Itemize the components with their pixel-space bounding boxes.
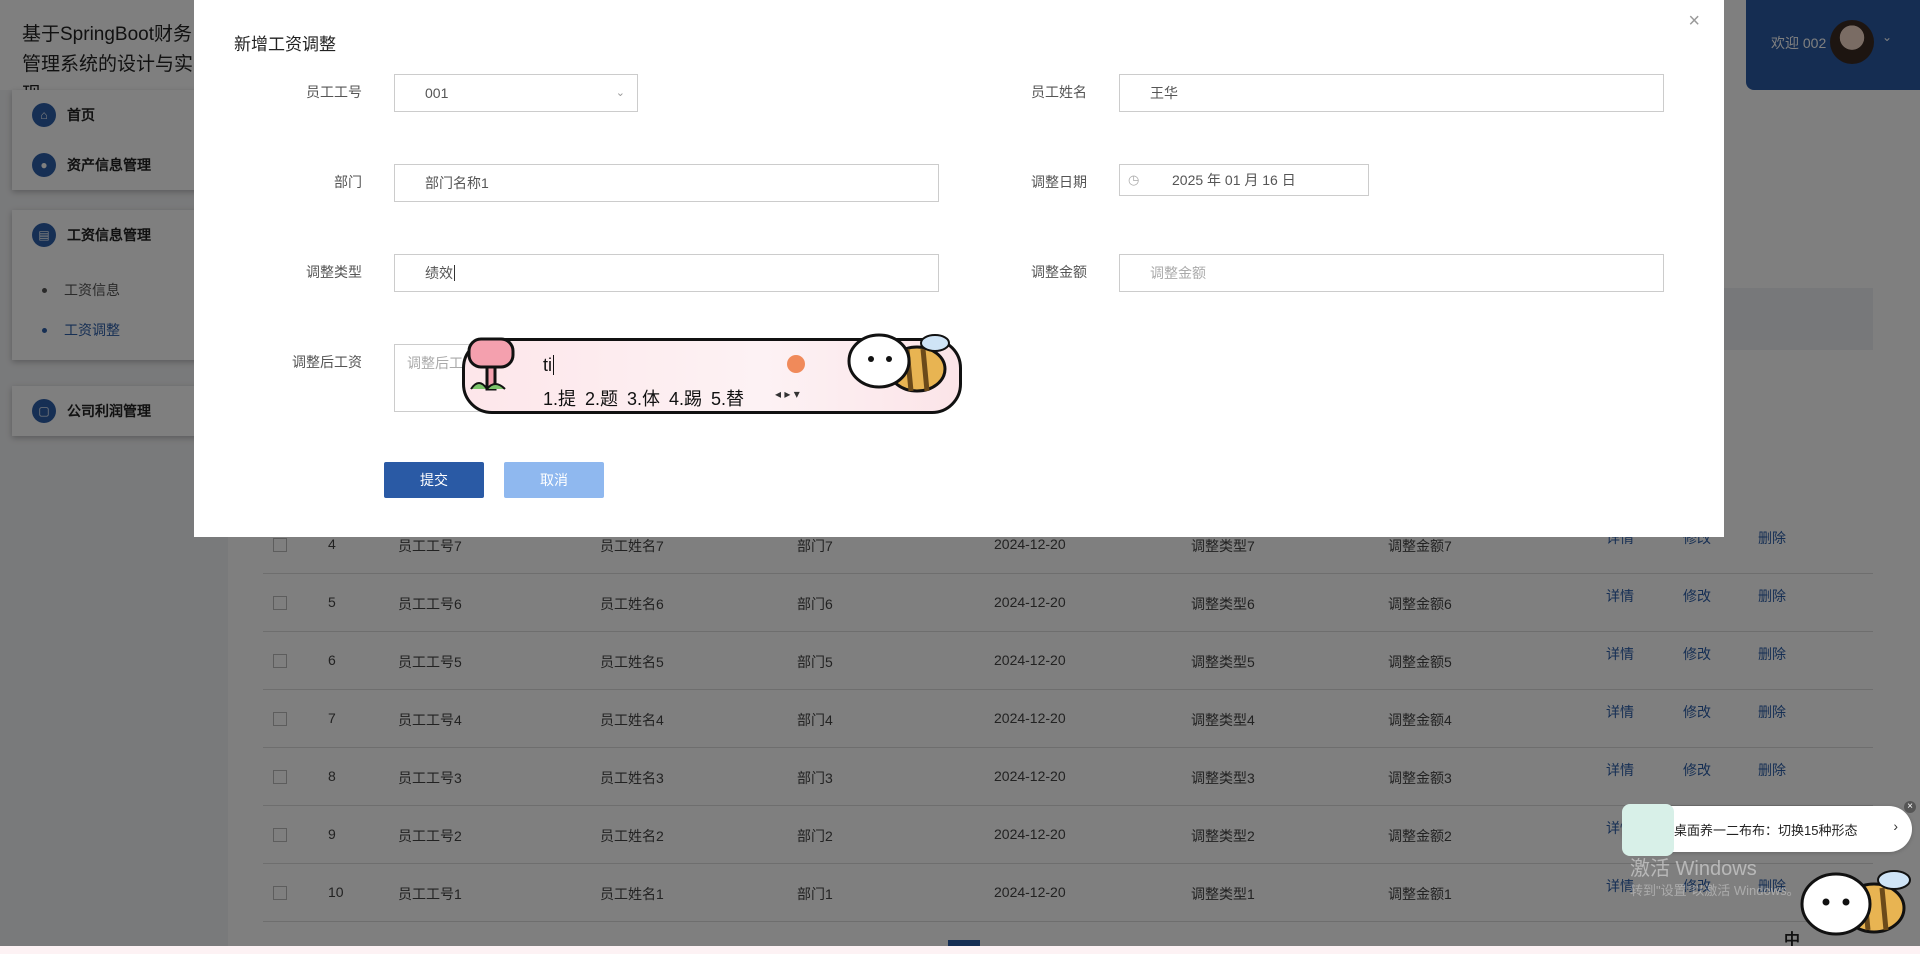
- mailbox-icon: [467, 337, 515, 391]
- desktop-pet-toast[interactable]: 桌面养一二布布：切换15种形态 ›: [1622, 804, 1912, 856]
- pet-thumbnail: [1622, 804, 1674, 856]
- windows-activation-title: 激活 Windows: [1630, 858, 1757, 880]
- dept-label: 部门: [334, 174, 362, 190]
- emp-name-label: 员工姓名: [1031, 84, 1087, 100]
- puppy-mascot-icon: [847, 333, 950, 393]
- ime-page-arrows[interactable]: ◂ ▸ ▾: [775, 387, 800, 401]
- adjust-type-value: 绩效: [425, 265, 453, 281]
- app-window: 基于SpringBoot财务管理系统的设计与实现 欢迎 002 ⌄ ⌂ 首页 ●…: [0, 0, 1920, 946]
- dept-input[interactable]: 部门名称1: [394, 164, 939, 202]
- close-icon[interactable]: ×: [1904, 801, 1916, 813]
- submit-button[interactable]: 提交: [384, 462, 484, 498]
- desktop-pet-icon[interactable]: [1790, 852, 1914, 946]
- cancel-button[interactable]: 取消: [504, 462, 604, 498]
- dialog-title: 新增工资调整: [234, 35, 336, 54]
- adjust-amount-input[interactable]: 调整金额: [1119, 254, 1664, 292]
- chevron-right-icon[interactable]: ›: [1893, 818, 1898, 834]
- close-icon[interactable]: ×: [1688, 10, 1700, 33]
- fox-icon[interactable]: [787, 355, 805, 373]
- ime-candidates[interactable]: 1.提 2.题 3.体 4.踢 5.替: [543, 385, 744, 411]
- adjust-type-input[interactable]: 绩效: [394, 254, 939, 292]
- emp-no-label: 员工工号: [306, 84, 362, 100]
- salary-after-label: 调整后工资: [292, 354, 362, 370]
- adjust-date-label: 调整日期: [1031, 174, 1087, 190]
- emp-name-input[interactable]: 王华: [1119, 74, 1664, 112]
- ime-candidate-window: ti 1.提 2.题 3.体 4.踢 5.替 ◂ ▸ ▾: [462, 333, 962, 414]
- emp-no-value: 001: [425, 85, 449, 101]
- ime-composition: ti: [543, 355, 554, 375]
- adjust-amount-label: 调整金额: [1031, 264, 1087, 280]
- clock-icon: ◷: [1128, 172, 1140, 187]
- add-salary-adjust-dialog: 新增工资调整 × 员工工号 001 ⌄ 员工姓名 王华 部门 部门名称1 调整日…: [194, 0, 1724, 537]
- emp-no-select[interactable]: 001 ⌄: [394, 74, 638, 112]
- adjust-date-picker[interactable]: ◷ 2025 年 01 月 16 日: [1119, 164, 1369, 196]
- toast-text: 桌面养一二布布：切换15种形态: [1674, 823, 1858, 838]
- adjust-type-label: 调整类型: [306, 264, 362, 280]
- windows-activation-subtitle: 转到"设置"以激活 Windows。: [1630, 883, 1800, 898]
- chevron-down-icon: ⌄: [615, 87, 625, 99]
- ime-mode-indicator[interactable]: 中: [1784, 926, 1800, 946]
- adjust-date-value: 2025 年 01 月 16 日: [1172, 172, 1296, 188]
